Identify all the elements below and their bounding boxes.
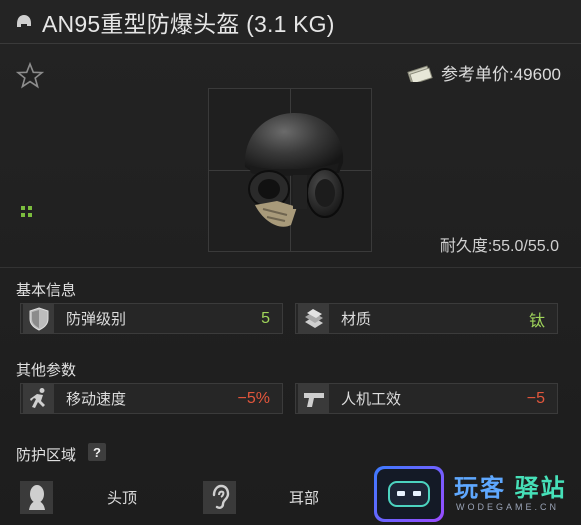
zone-ears: 耳部 bbox=[203, 479, 319, 515]
stat-armor-class: 防弹级别 5 bbox=[20, 303, 283, 334]
stat-label: 材质 bbox=[341, 311, 372, 328]
watermark-logo-icon bbox=[374, 466, 444, 522]
section-protection-zones: 防护区域 bbox=[16, 447, 77, 464]
helmet-image bbox=[244, 113, 344, 227]
reference-price: 参考单价:49600 bbox=[407, 60, 561, 85]
watermark-url: WODEGAME.CN bbox=[456, 502, 560, 512]
help-button[interactable]: ? bbox=[88, 443, 106, 461]
material-icon bbox=[298, 304, 329, 333]
zone-label: 头顶 bbox=[107, 489, 138, 507]
cash-icon bbox=[407, 64, 433, 84]
shield-icon bbox=[23, 304, 54, 333]
helmet-icon bbox=[14, 12, 34, 32]
watermark-brand: 玩客 驿站 bbox=[454, 468, 567, 503]
section-other-params: 其他参数 bbox=[16, 362, 77, 379]
head-icon bbox=[20, 480, 53, 514]
stat-value: 5 bbox=[261, 309, 270, 327]
ear-icon bbox=[203, 480, 236, 514]
zone-head-top: 头顶 bbox=[20, 479, 137, 515]
price-text: 参考单价:49600 bbox=[441, 65, 561, 84]
stat-material: 材质 钛 bbox=[295, 303, 558, 334]
durability-text: 耐久度:55.0/55.0 bbox=[439, 238, 559, 255]
item-title: AN95重型防爆头盔 (3.1 KG) bbox=[42, 10, 335, 37]
stat-value: −5% bbox=[237, 389, 270, 407]
watermark-brand-a: 玩客 bbox=[454, 475, 506, 502]
grade-indicator-icon bbox=[21, 206, 32, 217]
title-bar: AN95重型防爆头盔 (3.1 KG) bbox=[0, 0, 581, 44]
stat-move-speed: 移动速度 −5% bbox=[20, 383, 283, 414]
stat-value: −5 bbox=[526, 389, 545, 407]
divider bbox=[0, 267, 581, 268]
stat-label: 防弹级别 bbox=[66, 311, 127, 328]
running-man-icon bbox=[23, 384, 54, 413]
stat-ergonomics: 人机工效 −5 bbox=[295, 383, 558, 414]
watermark-brand-b: 驿站 bbox=[514, 475, 567, 502]
stat-value: 钛 bbox=[528, 312, 545, 330]
pistol-icon bbox=[298, 384, 329, 413]
stat-label: 移动速度 bbox=[66, 391, 127, 408]
site-watermark: 玩客 驿站 WODEGAME.CN bbox=[374, 466, 572, 522]
section-basic-info: 基本信息 bbox=[16, 282, 77, 299]
favorite-star-icon[interactable] bbox=[15, 61, 45, 90]
stat-label: 人机工效 bbox=[341, 391, 402, 408]
zone-label: 耳部 bbox=[289, 489, 320, 507]
item-image-frame bbox=[208, 88, 372, 252]
